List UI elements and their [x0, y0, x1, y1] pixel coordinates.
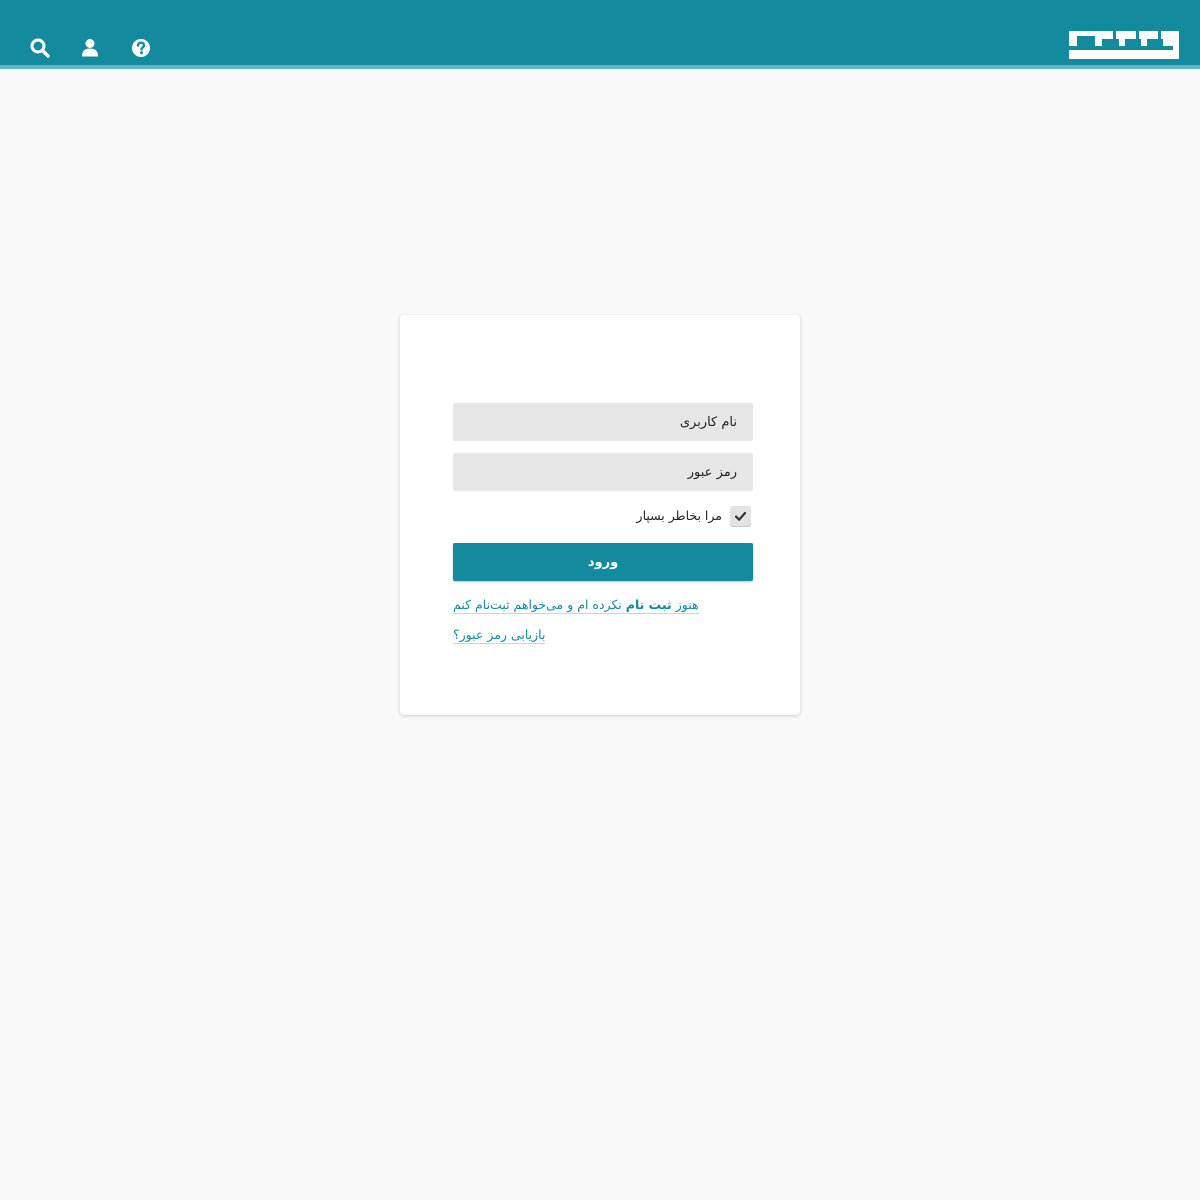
signup-suffix: نکرده ام و می‌خواهم ثبت‌نام کنم	[453, 597, 622, 612]
signup-prefix: هنوز	[675, 597, 699, 612]
help-icon[interactable]	[131, 38, 151, 58]
signup-bold: ثبت نام	[625, 597, 672, 612]
user-icon[interactable]	[80, 38, 100, 58]
login-button[interactable]: ورود	[453, 543, 753, 581]
search-icon[interactable]	[30, 38, 50, 58]
logo[interactable]	[1069, 31, 1179, 59]
username-input[interactable]	[453, 403, 753, 441]
login-card: مرا بخاطر بسپار ورود هنوز ثبت نام نکرده …	[400, 315, 800, 715]
remember-checkbox[interactable]	[730, 506, 751, 527]
remember-label: مرا بخاطر بسپار	[636, 508, 722, 523]
recover-password-link[interactable]: بازیابی رمز عبور؟	[453, 627, 546, 644]
signup-link[interactable]: هنوز ثبت نام نکرده ام و می‌خواهم ثبت‌نام…	[453, 597, 699, 614]
password-input[interactable]	[453, 453, 753, 491]
checkmark-icon	[735, 511, 746, 521]
top-bar	[0, 0, 1200, 69]
remember-me: مرا بخاطر بسپار	[453, 505, 753, 529]
